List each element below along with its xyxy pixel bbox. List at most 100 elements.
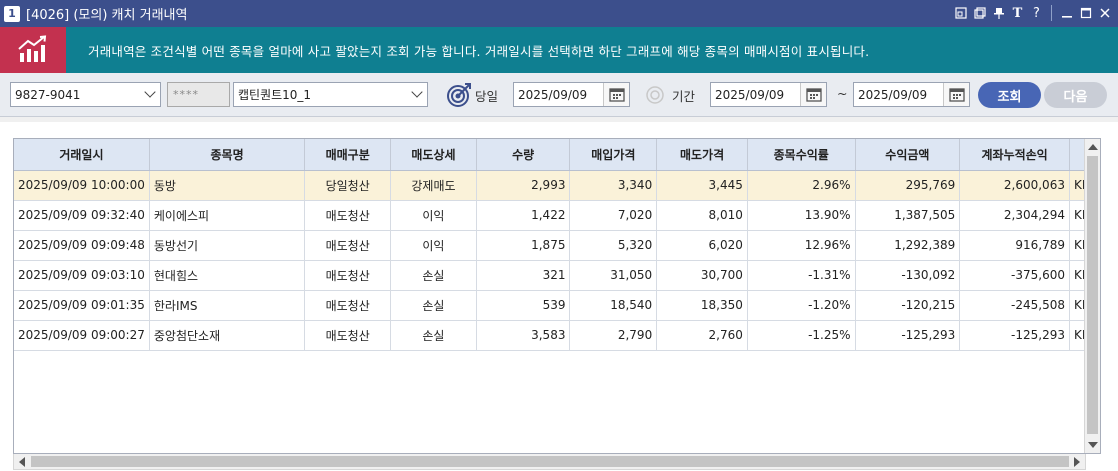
- query-toolbar: 9827-9041 **** 캡틴퀀트10_1 당일 2025/09/09 기간…: [0, 73, 1118, 117]
- cell-trade-type: 매도청산: [304, 290, 392, 321]
- minimize-icon[interactable]: [1059, 4, 1074, 22]
- col-header-quantity[interactable]: 수량: [476, 139, 571, 171]
- password-field[interactable]: ****: [167, 82, 230, 107]
- strategy-value: 캡틴퀀트10_1: [238, 88, 312, 102]
- cell-cumulative-pnl: -125,293: [959, 320, 1070, 351]
- cell-profit: -120,215: [855, 290, 961, 321]
- next-button[interactable]: 다음: [1044, 82, 1107, 108]
- cell-stock-name: 동방선기: [149, 230, 306, 261]
- calendar-icon[interactable]: [943, 83, 969, 106]
- cell-profit: 295,769: [855, 170, 961, 201]
- period-label[interactable]: 기간: [672, 86, 695, 105]
- col-header-stock-name[interactable]: 종목명: [149, 139, 306, 171]
- cell-return-rate: -1.20%: [747, 290, 856, 321]
- cell-trade-type: 매도청산: [304, 230, 392, 261]
- scroll-left-icon[interactable]: [19, 457, 25, 467]
- table-row[interactable]: 2025/09/09 09:09:48 동방선기 매도청산 이익 1,875 5…: [14, 230, 1100, 261]
- scroll-right-icon[interactable]: [1074, 457, 1080, 467]
- cell-trade-time: 2025/09/09 10:00:00: [14, 170, 150, 201]
- horizontal-scrollbar[interactable]: [13, 454, 1086, 470]
- account-select[interactable]: 9827-9041: [10, 82, 161, 107]
- table-row[interactable]: 2025/09/09 09:03:10 현대힘스 매도청산 손실 321 31,…: [14, 260, 1100, 291]
- period-separator: ~: [837, 86, 848, 101]
- scroll-down-icon[interactable]: [1088, 442, 1098, 448]
- cell-trade-type: 매도청산: [304, 320, 392, 351]
- pin-icon[interactable]: [991, 4, 1006, 22]
- info-banner: 거래내역은 조건식별 어떤 종목을 얼마에 사고 팔았는지 조회 가능 합니다.…: [0, 27, 1118, 73]
- cell-stock-name: 중앙첨단소재: [149, 320, 306, 351]
- table-row[interactable]: 2025/09/09 10:00:00 동방 당일청산 강제매도 2,993 3…: [14, 170, 1100, 201]
- cell-sell-detail: 강제매도: [390, 170, 477, 201]
- period-to-input[interactable]: 2025/09/09: [853, 82, 970, 107]
- chart-growth-icon: [0, 27, 66, 73]
- cell-profit: 1,292,389: [855, 230, 961, 261]
- table-header-row: 거래일시 종목명 매매구분 매도상세 수량 매입가격 매도가격 종목수익률 수익…: [14, 139, 1100, 171]
- col-header-profit[interactable]: 수익금액: [855, 139, 961, 171]
- cell-sell-price: 2,760: [656, 320, 748, 351]
- col-header-return-rate[interactable]: 종목수익률: [747, 139, 856, 171]
- cell-quantity: 3,583: [476, 320, 571, 351]
- font-size-icon[interactable]: T: [1010, 4, 1025, 22]
- cell-trade-type: 매도청산: [304, 260, 392, 291]
- col-header-trade-time[interactable]: 거래일시: [14, 139, 150, 171]
- table-row[interactable]: 2025/09/09 09:32:40 케이에스피 매도청산 이익 1,422 …: [14, 200, 1100, 231]
- vertical-scrollbar[interactable]: [1084, 139, 1100, 453]
- cell-trade-time: 2025/09/09 09:32:40: [14, 200, 150, 231]
- cell-buy-price: 5,320: [569, 230, 658, 261]
- calendar-icon[interactable]: [800, 83, 826, 106]
- table-row[interactable]: 2025/09/09 09:01:35 한라IMS 매도청산 손실 539 18…: [14, 290, 1100, 321]
- cell-trade-type: 당일청산: [304, 170, 392, 201]
- cell-trade-type: 매도청산: [304, 200, 392, 231]
- col-header-cumulative-pnl[interactable]: 계좌누적손익: [959, 139, 1070, 171]
- col-header-sell-price[interactable]: 매도가격: [656, 139, 748, 171]
- col-header-buy-price[interactable]: 매입가격: [569, 139, 658, 171]
- today-date-input[interactable]: 2025/09/09: [513, 82, 630, 107]
- cell-trade-time: 2025/09/09 09:00:27: [14, 320, 150, 351]
- horizontal-scroll-thumb[interactable]: [31, 456, 1069, 467]
- period-from-input[interactable]: 2025/09/09: [710, 82, 827, 107]
- col-header-sell-detail[interactable]: 매도상세: [390, 139, 477, 171]
- layout-icon[interactable]: [953, 4, 968, 22]
- title-bar: 1 [4026] (모의) 캐치 거래내역 T ?: [0, 0, 1118, 27]
- cell-sell-detail: 이익: [390, 200, 477, 231]
- target-icon: [447, 83, 471, 107]
- cell-sell-detail: 손실: [390, 290, 477, 321]
- cell-trade-time: 2025/09/09 09:09:48: [14, 230, 150, 261]
- cell-profit: -125,293: [855, 320, 961, 351]
- cell-sell-detail: 이익: [390, 230, 477, 261]
- cell-buy-price: 7,020: [569, 200, 658, 231]
- period-radio[interactable]: [645, 85, 665, 105]
- trade-history-table: 거래일시 종목명 매매구분 매도상세 수량 매입가격 매도가격 종목수익률 수익…: [14, 139, 1100, 351]
- maximize-icon[interactable]: [1078, 4, 1093, 22]
- cell-quantity: 1,422: [476, 200, 571, 231]
- cell-buy-price: 3,340: [569, 170, 658, 201]
- banner-message: 거래내역은 조건식별 어떤 종목을 얼마에 사고 팔았는지 조회 가능 합니다.…: [88, 43, 870, 59]
- cell-buy-price: 31,050: [569, 260, 658, 291]
- window-controls: T ?: [953, 4, 1112, 22]
- cell-cumulative-pnl: 2,600,063: [959, 170, 1070, 201]
- scroll-up-icon[interactable]: [1088, 144, 1098, 150]
- trade-history-grid: 거래일시 종목명 매매구분 매도상세 수량 매입가격 매도가격 종목수익률 수익…: [13, 138, 1101, 454]
- vertical-scroll-thumb[interactable]: [1087, 156, 1098, 434]
- window-number-badge: 1: [4, 5, 20, 22]
- cell-cumulative-pnl: 916,789: [959, 230, 1070, 261]
- cell-stock-name: 한라IMS: [149, 290, 306, 321]
- today-label[interactable]: 당일: [475, 86, 498, 105]
- cell-quantity: 539: [476, 290, 571, 321]
- close-icon[interactable]: [1097, 4, 1112, 22]
- col-header-trade-type[interactable]: 매매구분: [304, 139, 392, 171]
- copy-window-icon[interactable]: [972, 4, 987, 22]
- strategy-select[interactable]: 캡틴퀀트10_1: [233, 82, 428, 107]
- table-row[interactable]: 2025/09/09 09:00:27 중앙첨단소재 매도청산 손실 3,583…: [14, 320, 1100, 351]
- calendar-icon[interactable]: [603, 83, 629, 106]
- cell-sell-price: 30,700: [656, 260, 748, 291]
- query-button[interactable]: 조회: [978, 82, 1041, 108]
- cell-return-rate: 13.90%: [747, 200, 856, 231]
- period-from-value: 2025/09/09: [715, 87, 785, 102]
- cell-quantity: 321: [476, 260, 571, 291]
- cell-return-rate: 12.96%: [747, 230, 856, 261]
- help-icon[interactable]: ?: [1029, 4, 1044, 22]
- cell-profit: -130,092: [855, 260, 961, 291]
- today-radio[interactable]: [447, 82, 473, 108]
- cell-sell-price: 8,010: [656, 200, 748, 231]
